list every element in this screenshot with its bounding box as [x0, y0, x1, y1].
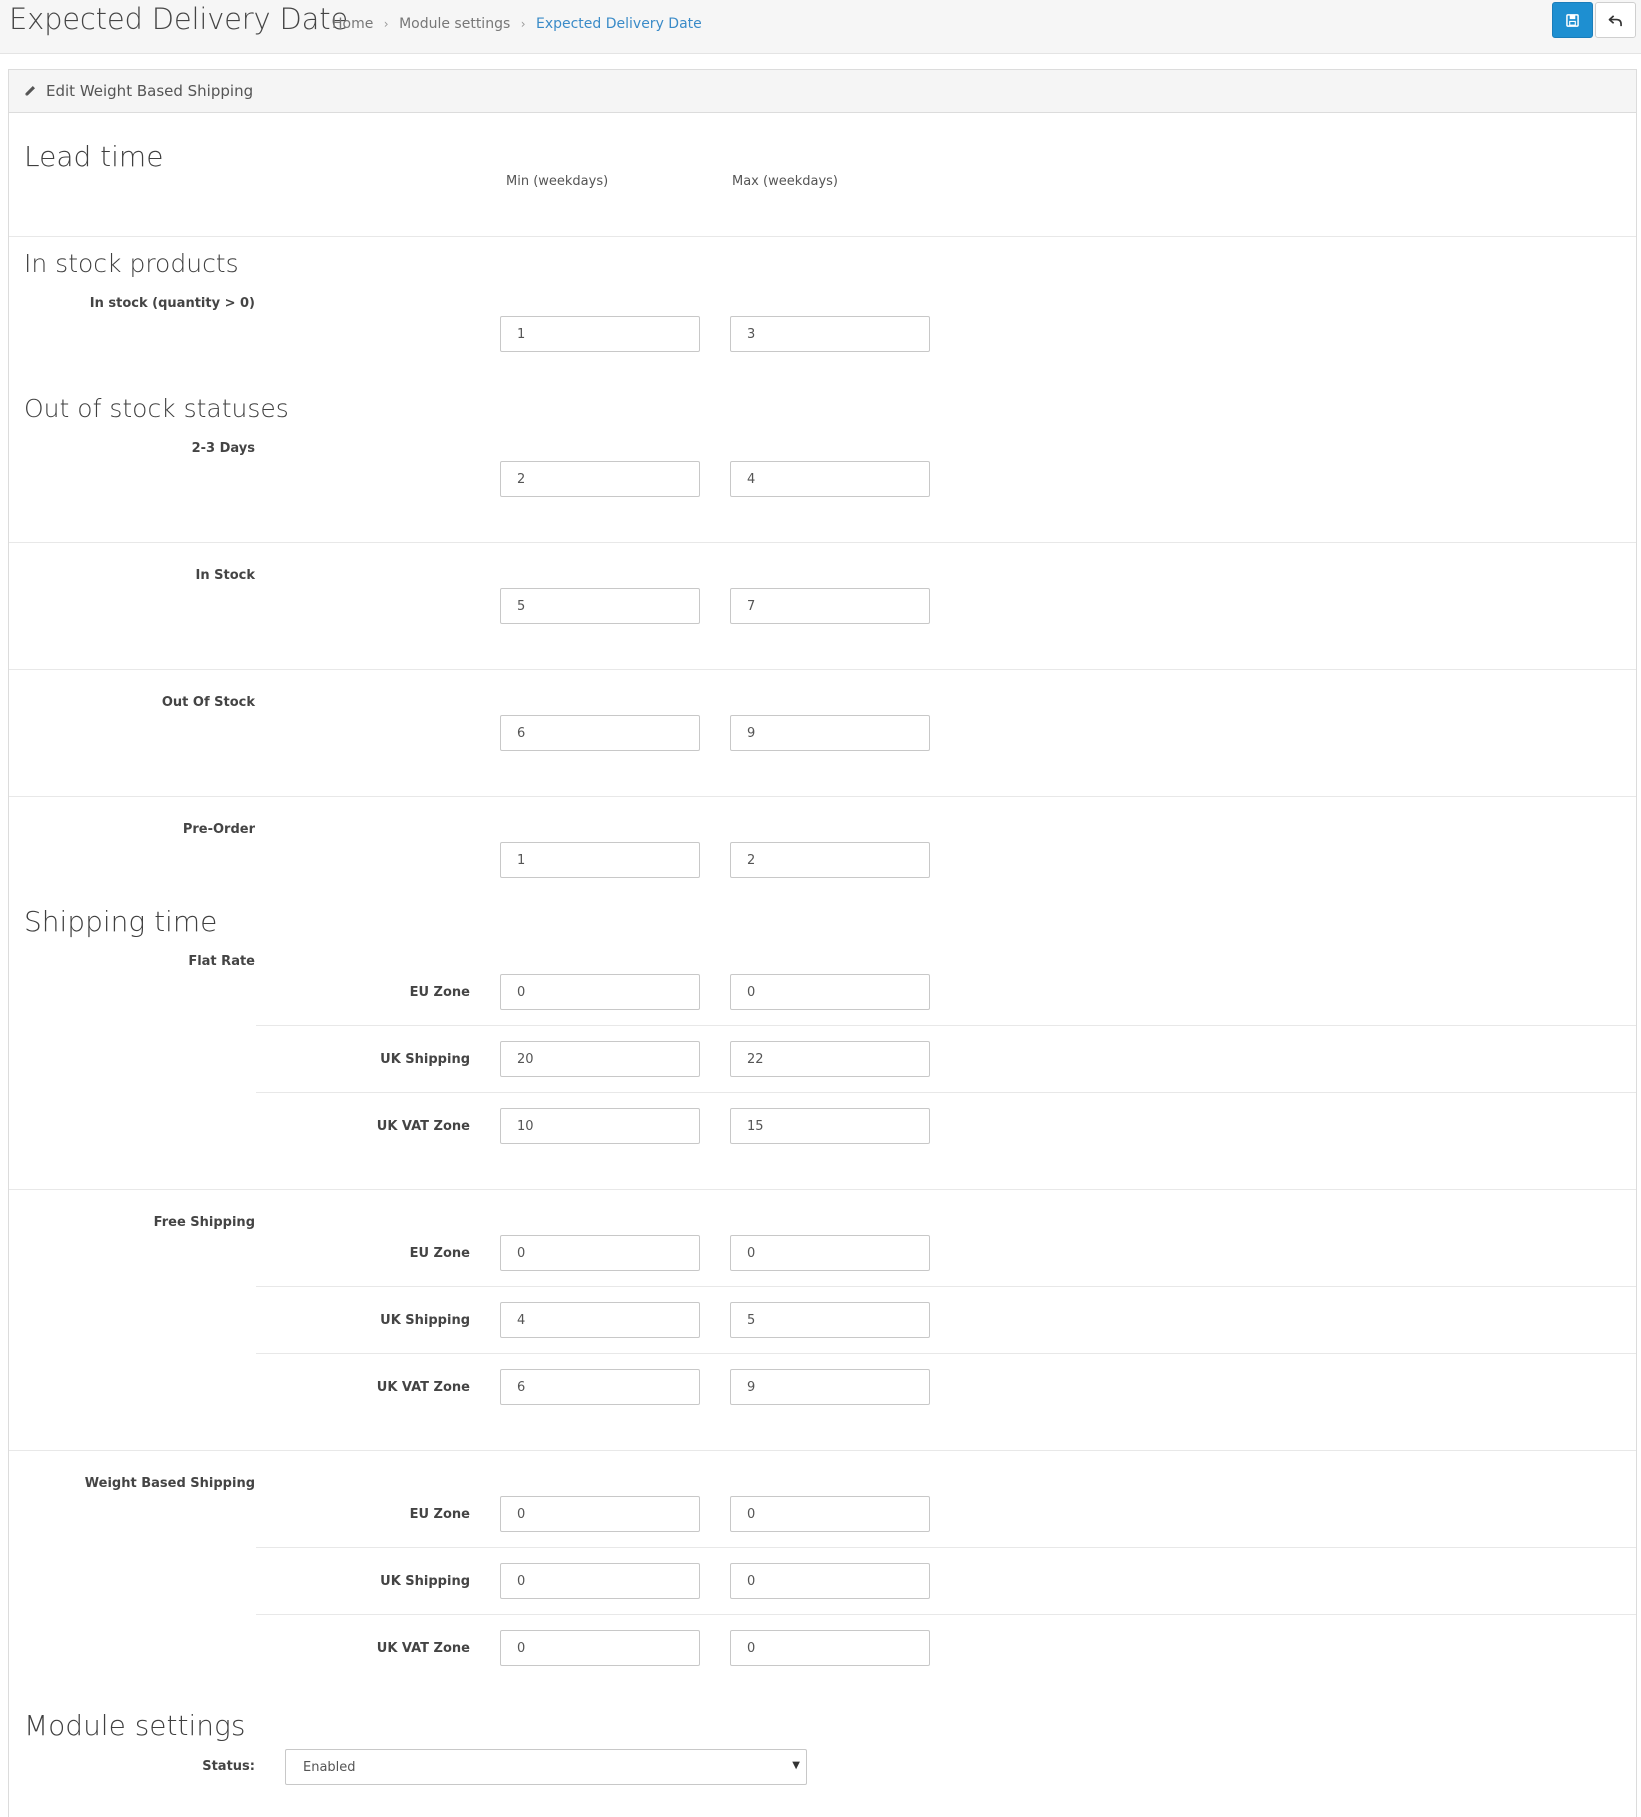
caret-down-icon: ▼	[792, 1760, 800, 1771]
flat-rate-eu-zone-max-input[interactable]	[730, 974, 930, 1010]
status-out-of-stock-max-input[interactable]	[730, 715, 930, 751]
weight-based-uk-shipping-min-input[interactable]	[500, 1563, 700, 1599]
breadcrumb-current[interactable]: Expected Delivery Date	[536, 16, 702, 32]
in-stock-min-input[interactable]	[500, 316, 700, 352]
zone-label: UK VAT Zone	[376, 1641, 470, 1656]
free-shipping-uk-shipping-max-input[interactable]	[730, 1302, 930, 1338]
zone-label: EU Zone	[409, 985, 470, 1000]
free-shipping-eu-zone-min-input[interactable]	[500, 1235, 700, 1271]
status-in-stock-max-input[interactable]	[730, 588, 930, 624]
divider	[9, 1450, 1636, 1451]
status-in-stock-min-input[interactable]	[500, 588, 700, 624]
zone-label: UK Shipping	[380, 1052, 470, 1067]
pencil-icon	[23, 83, 37, 102]
flat-rate-uk-shipping-max-input[interactable]	[730, 1041, 930, 1077]
divider	[9, 796, 1636, 797]
row-label: In Stock	[195, 568, 255, 583]
breadcrumb-home[interactable]: Home	[332, 16, 373, 32]
flat-rate-uk-vat-zone-min-input[interactable]	[500, 1108, 700, 1144]
breadcrumb: Home › Module settings › Expected Delive…	[332, 16, 702, 32]
page-header: Expected Delivery Date Home › Module set…	[0, 0, 1641, 54]
divider	[9, 236, 1636, 237]
weight-based-uk-shipping-max-input[interactable]	[730, 1563, 930, 1599]
divider	[9, 542, 1636, 543]
min-column-label: Min (weekdays)	[506, 174, 609, 189]
shipping-time-title: Shipping time	[24, 905, 218, 938]
page-title: Expected Delivery Date	[9, 2, 349, 36]
chevron-right-icon: ›	[383, 17, 389, 31]
carrier-label: Free Shipping	[153, 1215, 255, 1230]
weight-based-eu-zone-min-input[interactable]	[500, 1496, 700, 1532]
divider	[256, 1286, 1636, 1287]
zone-label: UK VAT Zone	[376, 1380, 470, 1395]
in-stock-max-input[interactable]	[730, 316, 930, 352]
flat-rate-uk-vat-zone-max-input[interactable]	[730, 1108, 930, 1144]
free-shipping-uk-shipping-min-input[interactable]	[500, 1302, 700, 1338]
breadcrumb-module-settings[interactable]: Module settings	[399, 16, 510, 32]
max-column-label: Max (weekdays)	[732, 174, 838, 189]
weight-based-uk-vat-zone-max-input[interactable]	[730, 1630, 930, 1666]
out-of-stock-title: Out of stock statuses	[24, 394, 289, 423]
divider	[256, 1025, 1636, 1026]
status-2-3-days-min-input[interactable]	[500, 461, 700, 497]
divider	[256, 1547, 1636, 1548]
weight-based-uk-vat-zone-min-input[interactable]	[500, 1630, 700, 1666]
module-settings-title: Module settings	[24, 1709, 246, 1742]
carrier-label: Flat Rate	[188, 954, 255, 969]
lead-time-title: Lead time	[24, 140, 164, 173]
row-label: In stock (quantity > 0)	[89, 296, 255, 311]
status-select-value: Enabled	[303, 1760, 356, 1775]
zone-label: UK VAT Zone	[376, 1119, 470, 1134]
weight-based-eu-zone-max-input[interactable]	[730, 1496, 930, 1532]
status-label: Status:	[202, 1759, 255, 1774]
chevron-right-icon: ›	[520, 17, 526, 31]
row-label: Out Of Stock	[161, 695, 255, 710]
divider	[9, 1189, 1636, 1190]
free-shipping-uk-vat-zone-min-input[interactable]	[500, 1369, 700, 1405]
in-stock-title: In stock products	[24, 249, 239, 278]
status-select[interactable]: Enabled ▼	[285, 1749, 807, 1785]
status-2-3-days-max-input[interactable]	[730, 461, 930, 497]
free-shipping-eu-zone-max-input[interactable]	[730, 1235, 930, 1271]
divider	[256, 1353, 1636, 1354]
zone-label: UK Shipping	[380, 1574, 470, 1589]
status-out-of-stock-min-input[interactable]	[500, 715, 700, 751]
divider	[9, 669, 1636, 670]
panel-heading-text: Edit Weight Based Shipping	[46, 82, 254, 100]
panel-heading: Edit Weight Based Shipping	[9, 70, 1636, 113]
carrier-label: Weight Based Shipping	[84, 1476, 255, 1491]
floppy-disk-icon	[1566, 13, 1579, 27]
zone-label: EU Zone	[409, 1246, 470, 1261]
undo-arrow-icon	[1608, 14, 1622, 26]
status-pre-order-min-input[interactable]	[500, 842, 700, 878]
divider	[256, 1614, 1636, 1615]
flat-rate-uk-shipping-min-input[interactable]	[500, 1041, 700, 1077]
zone-label: UK Shipping	[380, 1313, 470, 1328]
status-pre-order-max-input[interactable]	[730, 842, 930, 878]
zone-label: EU Zone	[409, 1507, 470, 1522]
divider	[256, 1092, 1636, 1093]
flat-rate-eu-zone-min-input[interactable]	[500, 974, 700, 1010]
save-button[interactable]	[1552, 2, 1593, 38]
free-shipping-uk-vat-zone-max-input[interactable]	[730, 1369, 930, 1405]
row-label: 2-3 Days	[191, 441, 255, 456]
back-button[interactable]	[1595, 2, 1636, 38]
row-label: Pre-Order	[182, 822, 255, 837]
